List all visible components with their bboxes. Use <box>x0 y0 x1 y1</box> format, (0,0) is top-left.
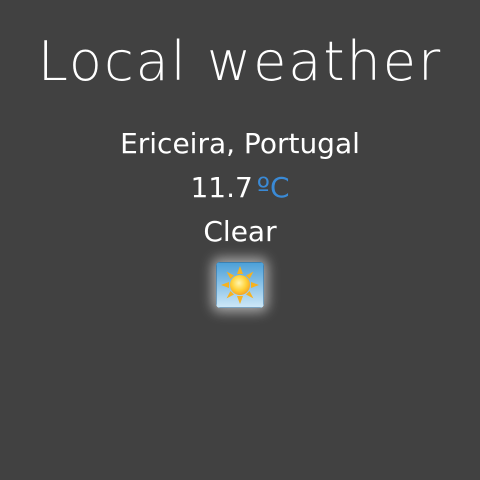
weather-page: Local weather Ericeira, Portugal 11.7 ºC … <box>0 0 480 480</box>
weather-icon <box>216 262 264 308</box>
page-title: Local weather <box>37 30 443 93</box>
temperature-row: 11.7 ºC <box>0 168 480 208</box>
temperature-value: 11.7 <box>190 171 253 204</box>
weather-condition: Clear <box>203 215 277 248</box>
location-label: Ericeira, Portugal <box>120 127 360 160</box>
sun-icon <box>216 262 264 308</box>
temperature-unit-toggle[interactable]: ºC <box>257 171 290 204</box>
